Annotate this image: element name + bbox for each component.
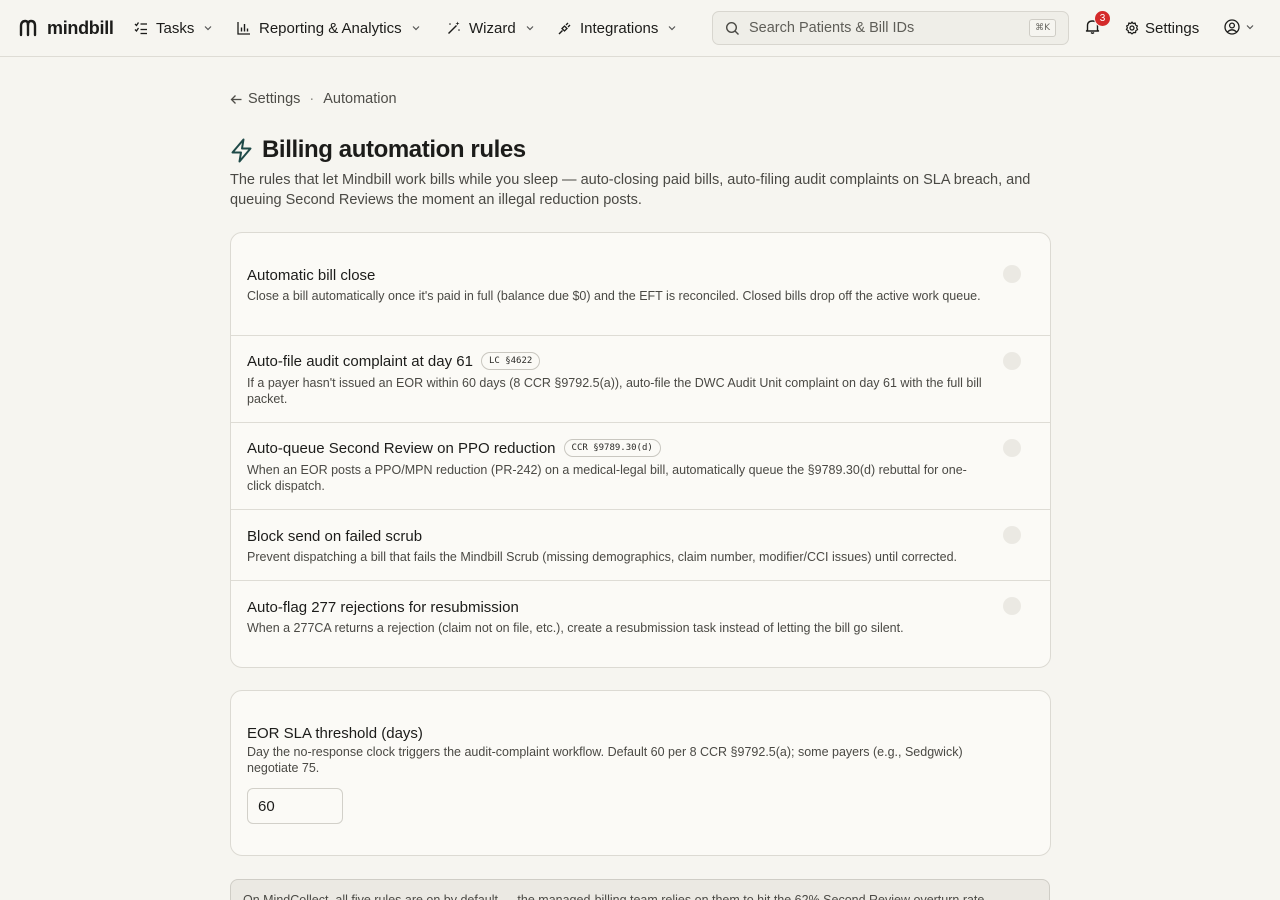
- chevron-down-icon: [412, 26, 420, 31]
- rule-toggle-auto-file-audit-complaint[interactable]: [1003, 352, 1021, 370]
- brand-logo[interactable]: mindbill: [18, 17, 114, 39]
- mindbill-logo-icon: [19, 19, 37, 37]
- notification-count-badge: 3: [1094, 10, 1111, 27]
- info-note: On MindCollect, all five rules are on by…: [230, 879, 1050, 900]
- chevron-down-icon: [668, 26, 676, 31]
- nav-tasks[interactable]: Tasks: [134, 17, 213, 39]
- arrow-left-icon[interactable]: [230, 93, 243, 106]
- rule-description: When an EOR posts a PPO/MPN reduction (P…: [247, 463, 967, 493]
- rule-citation-tag: LC §4622: [480, 352, 541, 370]
- breadcrumb: Settings · Automation: [230, 89, 397, 109]
- top-nav-bar: mindbill Tasks Reporting & Analytics Wiz…: [0, 0, 1280, 57]
- rule-description: Prevent dispatching a bill that fails th…: [247, 550, 958, 564]
- page-title: Billing automation rules: [262, 136, 526, 163]
- rule-header: Automatic bill close: [247, 267, 375, 284]
- search-icon: [725, 21, 739, 35]
- magic-wand-icon: [448, 21, 460, 34]
- sla-threshold-label: EOR SLA threshold (days): [247, 725, 423, 742]
- rule-auto-flag-277-rejections: Auto-flag 277 rejections for resubmissio…: [231, 581, 1050, 667]
- nav-wizard-label: Wizard: [469, 19, 516, 37]
- rule-description: If a payer hasn't issued an EOR within 6…: [247, 376, 982, 406]
- rule-toggle-block-send-on-failed-scrub[interactable]: [1003, 526, 1021, 544]
- rule-title: Automatic bill close: [247, 267, 376, 284]
- rule-header: Block send on failed scrub: [247, 528, 422, 545]
- rule-auto-file-audit-complaint: Auto-file audit complaint at day 61 LC §…: [231, 336, 1050, 422]
- rule-description: When a 277CA returns a rejection (claim …: [247, 621, 904, 635]
- search-input[interactable]: Search Patients & Bill IDs ⌘K: [712, 11, 1069, 45]
- user-avatar-icon: [1224, 19, 1240, 35]
- rule-citation-tag: CCR §9789.30(d): [563, 439, 661, 457]
- rule-title: Auto-flag 277 rejections for resubmissio…: [247, 599, 519, 616]
- lightning-bolt-icon: [231, 138, 252, 162]
- automation-rules-card: Automatic bill close Close a bill automa…: [230, 232, 1051, 668]
- chevron-down-icon: [204, 26, 212, 31]
- rule-auto-queue-second-review: Auto-queue Second Review on PPO reductio…: [231, 423, 1050, 509]
- chevron-down-icon: [1246, 25, 1254, 30]
- breadcrumb-separator: ·: [309, 91, 315, 107]
- task-list-icon: [134, 22, 147, 35]
- rule-title: Auto-file audit complaint at day 61: [247, 352, 473, 370]
- page-description: The rules that let Mindbill work bills w…: [230, 172, 1031, 208]
- settings-link-label: Settings: [1145, 19, 1200, 37]
- rule-header: Auto-flag 277 rejections for resubmissio…: [247, 599, 519, 616]
- bar-chart-icon: [237, 22, 250, 35]
- rule-description: Close a bill automatically once it's pai…: [247, 289, 981, 303]
- brand-name: mindbill: [47, 17, 114, 38]
- rule-header: Auto-queue Second Review on PPO reductio…: [247, 439, 661, 457]
- sla-threshold-card: EOR SLA threshold (days) Day the no-resp…: [230, 690, 1051, 856]
- user-menu-button[interactable]: [1224, 19, 1255, 35]
- rule-block-send-on-failed-scrub: Block send on failed scrub Prevent dispa…: [231, 510, 1050, 580]
- nav-reporting-label: Reporting & Analytics: [259, 19, 402, 37]
- rule-title: Block send on failed scrub: [247, 528, 423, 545]
- nav-reporting-analytics[interactable]: Reporting & Analytics: [237, 17, 421, 39]
- plug-icon: [558, 22, 571, 35]
- rule-header: Auto-file audit complaint at day 61 LC §…: [247, 352, 541, 370]
- search-placeholder: Search Patients & Bill IDs: [749, 20, 915, 36]
- keyboard-shortcut-hint: ⌘K: [1029, 19, 1056, 37]
- page-title-row: Billing automation rules: [230, 136, 526, 164]
- sla-threshold-help: Day the no-response clock triggers the a…: [247, 745, 963, 775]
- rule-title: Auto-queue Second Review on PPO reductio…: [247, 439, 556, 457]
- sla-threshold-input[interactable]: [247, 788, 343, 824]
- nav-wizard[interactable]: Wizard: [447, 17, 535, 39]
- gear-icon: [1125, 21, 1139, 35]
- nav-integrations[interactable]: Integrations: [558, 17, 677, 39]
- rule-toggle-automatic-bill-close[interactable]: [1003, 265, 1021, 283]
- nav-integrations-label: Integrations: [580, 19, 659, 37]
- rule-toggle-auto-queue-second-review[interactable]: [1003, 439, 1021, 457]
- info-note-text: On MindCollect, all five rules are on by…: [243, 893, 988, 900]
- breadcrumb-settings-link[interactable]: Settings: [248, 91, 300, 107]
- breadcrumb-current: Automation: [323, 91, 397, 107]
- settings-link[interactable]: Settings: [1125, 17, 1199, 39]
- rule-automatic-bill-close: Automatic bill close Close a bill automa…: [231, 233, 1050, 335]
- chevron-down-icon: [526, 26, 534, 31]
- rule-toggle-auto-flag-277-rejections[interactable]: [1003, 597, 1021, 615]
- nav-tasks-label: Tasks: [156, 19, 195, 37]
